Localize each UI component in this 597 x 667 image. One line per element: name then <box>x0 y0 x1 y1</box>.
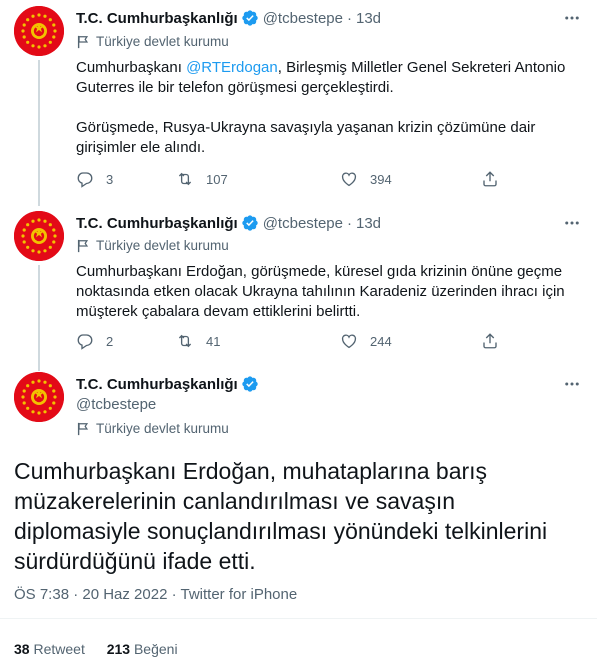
thread-line <box>38 265 40 371</box>
share-button[interactable] <box>481 332 499 350</box>
tweet-time[interactable]: 13d <box>356 215 381 232</box>
tweet-stats: 38 Retweet 213 Beğeni <box>14 641 178 657</box>
retweet-stat-count: 38 <box>14 641 30 657</box>
author-handle[interactable]: @tcbestepe <box>263 10 343 27</box>
government-label[interactable]: Türkiye devlet kurumu <box>76 238 229 253</box>
author-handle-row: @tcbestepe <box>76 396 156 413</box>
retweet-icon <box>176 170 194 188</box>
retweet-count: 107 <box>206 171 228 187</box>
more-icon[interactable] <box>561 214 583 232</box>
tweet-1[interactable]: T.C. Cumhurbaşkanlığı @tcbestepe · 13d T… <box>0 0 597 206</box>
reply-count: 2 <box>106 333 114 349</box>
retweet-icon <box>176 332 194 350</box>
main-tweet: T.C. Cumhurbaşkanlığı @tcbestepe Türkiye… <box>0 370 597 667</box>
tweet-2[interactable]: T.C. Cumhurbaşkanlığı @tcbestepe · 13d T… <box>0 205 597 371</box>
tweet-actions: 2 41 244 <box>76 332 516 352</box>
retweet-stat[interactable]: 38 Retweet <box>14 641 85 657</box>
retweet-button[interactable]: 107 <box>176 170 228 188</box>
author-name[interactable]: T.C. Cumhurbaşkanlığı <box>76 10 238 27</box>
tweet-actions: 3 107 394 <box>76 170 516 190</box>
verified-icon <box>241 214 259 232</box>
tweet-header: T.C. Cumhurbaşkanlığı <box>76 375 259 393</box>
seal-icon[interactable] <box>14 372 64 422</box>
tweet-header: T.C. Cumhurbaşkanlığı @tcbestepe · 13d <box>76 9 381 27</box>
reply-button[interactable]: 3 <box>76 170 113 188</box>
tweet-text: Cumhurbaşkanı Erdoğan, görüşmede, kürese… <box>76 263 569 320</box>
seal-icon[interactable] <box>14 6 64 56</box>
tweet-time[interactable]: 13d <box>356 10 381 27</box>
share-icon <box>481 170 499 188</box>
retweet-button[interactable]: 41 <box>176 332 220 350</box>
seal-icon[interactable] <box>14 211 64 261</box>
share-icon <box>481 332 499 350</box>
flag-icon <box>76 35 90 49</box>
retweet-count: 41 <box>206 333 221 349</box>
reply-icon <box>76 170 94 188</box>
retweet-stat-label: Retweet <box>33 641 85 657</box>
divider <box>0 618 597 619</box>
main-tweet-text: Cumhurbaşkanı Erdoğan, muhataplarına bar… <box>14 458 548 574</box>
like-stat-label: Beğeni <box>133 641 178 657</box>
tweet-timestamp[interactable]: ÖS 7:38 · 20 Haz 2022 · Twitter for iPho… <box>14 586 297 603</box>
like-stat-count: 213 <box>106 641 131 657</box>
author-name[interactable]: T.C. Cumhurbaşkanlığı <box>76 376 238 393</box>
like-button[interactable]: 244 <box>340 332 392 350</box>
like-count: 244 <box>370 333 392 349</box>
government-label-text: Türkiye devlet kurumu <box>96 34 229 49</box>
thread-line <box>38 60 40 206</box>
tweet-header: T.C. Cumhurbaşkanlığı @tcbestepe · 13d <box>76 214 381 232</box>
government-label[interactable]: Türkiye devlet kurumu <box>76 421 229 436</box>
mention-link[interactable]: @RTErdogan <box>186 59 278 76</box>
author-handle[interactable]: @tcbestepe <box>76 396 156 413</box>
reply-button[interactable]: 2 <box>76 332 113 350</box>
more-icon[interactable] <box>561 375 583 393</box>
tweet-text: Cumhurbaşkanı @RTErdogan, Birleşmiş Mill… <box>76 58 581 158</box>
like-button[interactable]: 394 <box>340 170 392 188</box>
author-handle[interactable]: @tcbestepe <box>263 215 343 232</box>
government-label-text: Türkiye devlet kurumu <box>96 238 229 253</box>
share-button[interactable] <box>481 170 499 188</box>
author-name[interactable]: T.C. Cumhurbaşkanlığı <box>76 215 238 232</box>
like-count: 394 <box>370 171 392 187</box>
like-icon <box>340 170 358 188</box>
government-label[interactable]: Türkiye devlet kurumu <box>76 34 229 49</box>
flag-icon <box>76 422 90 436</box>
more-icon[interactable] <box>561 9 583 27</box>
like-stat[interactable]: 213 Beğeni <box>107 641 178 657</box>
reply-icon <box>76 332 94 350</box>
reply-count: 3 <box>106 171 114 187</box>
separator-dot: · <box>346 9 352 27</box>
tweet-text-prefix: Cumhurbaşkanı <box>76 59 187 76</box>
like-icon <box>340 332 358 350</box>
verified-icon <box>241 375 259 393</box>
flag-icon <box>76 239 90 253</box>
government-label-text: Türkiye devlet kurumu <box>96 421 229 436</box>
separator-dot: · <box>346 214 352 232</box>
verified-icon <box>241 9 259 27</box>
